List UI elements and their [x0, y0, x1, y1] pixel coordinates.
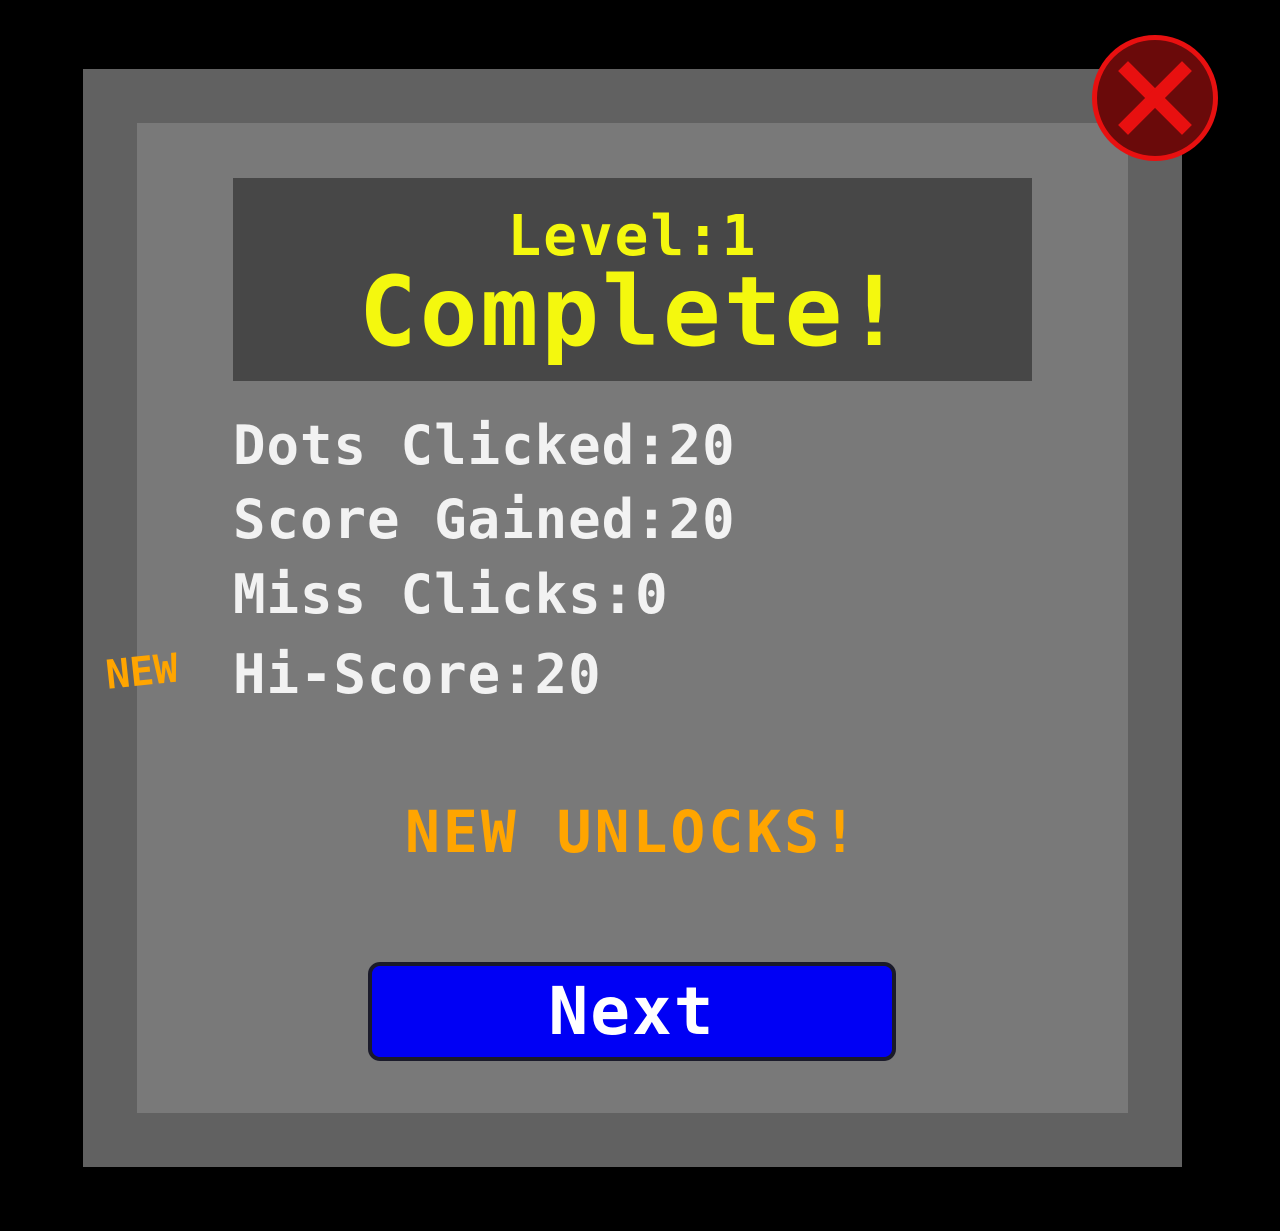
new-unlocks-label: NEW UNLOCKS!	[404, 798, 861, 866]
stat-hi-score: Hi-Score:20	[233, 643, 602, 706]
close-button[interactable]	[1092, 35, 1218, 161]
new-hiscore-badge: NEW	[103, 645, 181, 699]
stat-dots-clicked: Dots Clicked:20	[233, 414, 736, 477]
next-button[interactable]: Next	[368, 962, 896, 1061]
stat-miss-clicks: Miss Clicks:0	[233, 563, 669, 626]
close-x-icon	[1118, 61, 1192, 135]
complete-title: Complete!	[358, 256, 907, 368]
game-screen: Level:1 Complete! Dots Clicked:20 Score …	[0, 0, 1280, 1231]
stat-score-gained: Score Gained:20	[233, 488, 736, 551]
